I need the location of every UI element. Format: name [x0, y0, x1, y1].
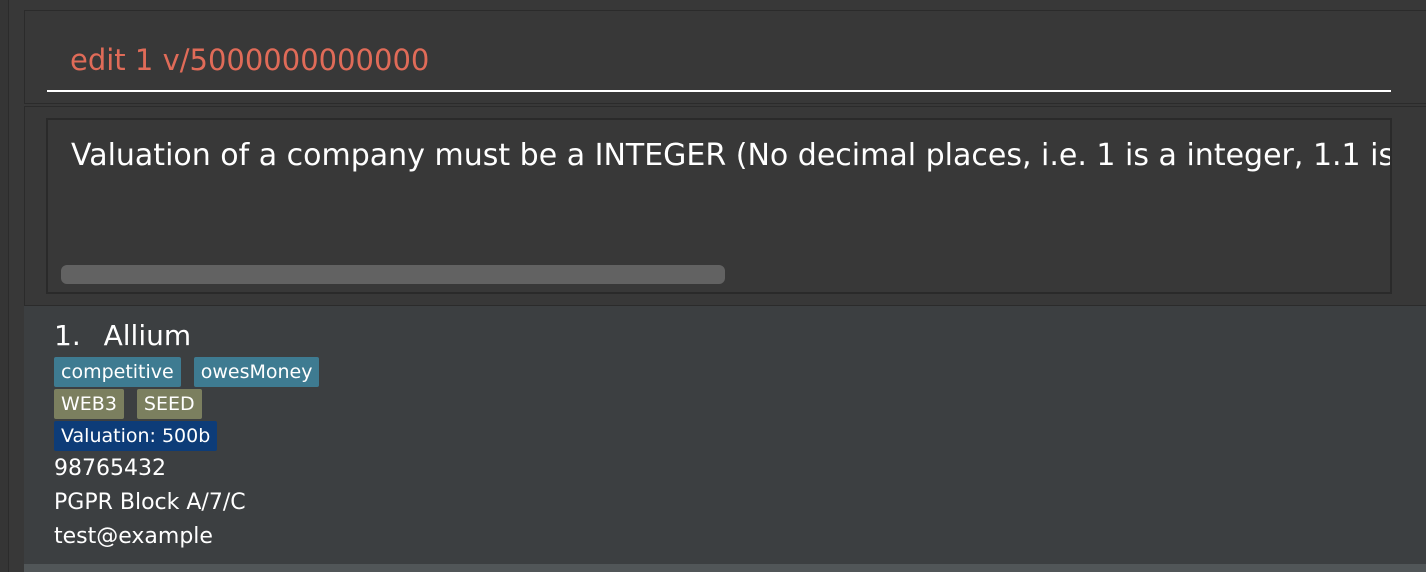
category-label: WEB3 — [54, 389, 124, 419]
valuation-badge: Valuation: 500b — [54, 421, 218, 451]
company-list-panel[interactable]: 1. Allium competitive owesMoney WEB3 SEE… — [24, 306, 1426, 572]
company-email: test@example — [54, 524, 213, 549]
valuation-row: Valuation: 500b — [54, 421, 218, 451]
company-address: PGPR Block A/7/C — [54, 490, 246, 515]
company-name: Allium — [103, 319, 192, 352]
left-border — [0, 0, 9, 572]
app-window: Valuation of a company must be a INTEGER… — [0, 0, 1426, 572]
tag-label: competitive — [54, 357, 181, 387]
company-phone: 98765432 — [54, 456, 166, 481]
horizontal-scrollbar-thumb[interactable] — [61, 265, 725, 284]
category-label: SEED — [136, 389, 202, 419]
category-row: WEB3 SEED — [54, 389, 202, 419]
result-message: Valuation of a company must be a INTEGER… — [71, 138, 1392, 173]
command-input[interactable] — [47, 30, 1391, 92]
tag-label: owesMoney — [193, 357, 320, 387]
next-card-edge — [24, 564, 1426, 572]
company-card[interactable]: 1. Allium competitive owesMoney WEB3 SEE… — [24, 306, 1414, 564]
result-display: Valuation of a company must be a INTEGER… — [46, 118, 1392, 294]
company-index: 1. — [54, 319, 81, 352]
tag-row: competitive owesMoney — [54, 357, 320, 387]
company-title: 1. Allium — [54, 318, 191, 354]
